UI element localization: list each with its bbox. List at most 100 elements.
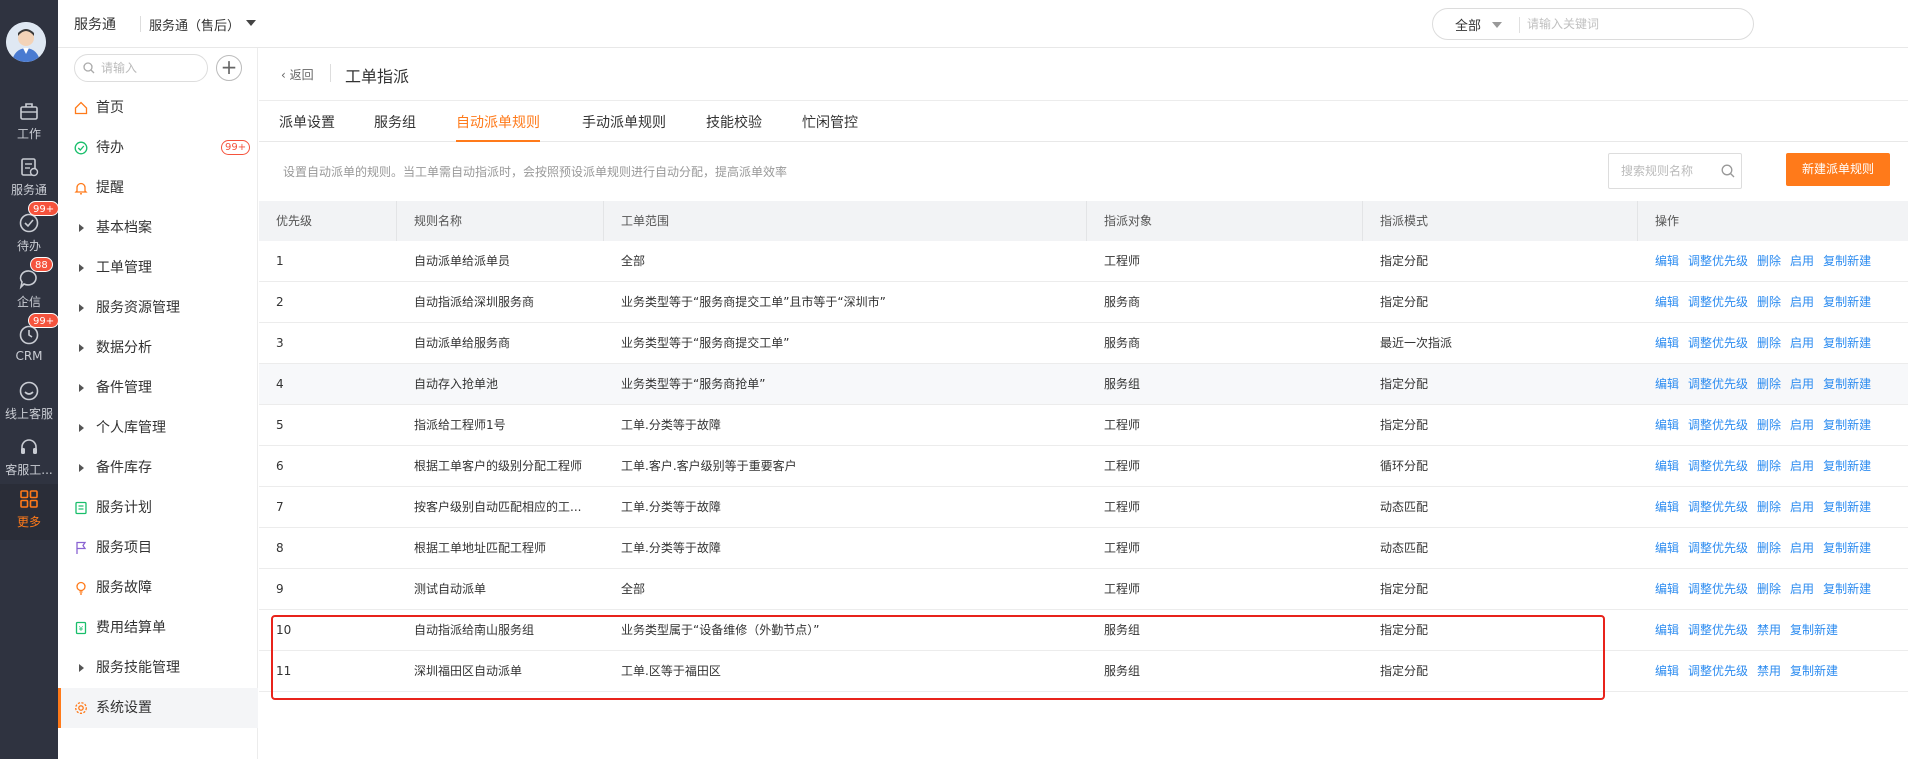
column-header: 指派模式 — [1380, 214, 1429, 228]
adjust-priority-link[interactable]: 调整优先级 — [1688, 623, 1748, 637]
nav-item-service-project[interactable]: 服务项目 — [58, 528, 258, 568]
tab-skill-check[interactable]: 技能校验 — [706, 112, 762, 142]
adjust-priority-link[interactable]: 调整优先级 — [1688, 418, 1748, 432]
adjust-priority-link[interactable]: 调整优先级 — [1688, 254, 1748, 268]
edit-link[interactable]: 编辑 — [1655, 336, 1679, 350]
search-scope-select[interactable]: 全部 — [1455, 15, 1481, 34]
row-actions: 编辑 调整优先级 禁用 复制新建 — [1655, 610, 1847, 651]
search-icon[interactable] — [1721, 164, 1735, 178]
adjust-priority-link[interactable]: 调整优先级 — [1688, 664, 1748, 678]
edit-link[interactable]: 编辑 — [1655, 377, 1679, 391]
delete-link[interactable]: 删除 — [1757, 541, 1781, 555]
enable-link[interactable]: 启用 — [1790, 295, 1814, 309]
rail-item-service[interactable]: 服务通 — [0, 152, 58, 204]
copy-new-link[interactable]: 复制新建 — [1823, 418, 1871, 432]
search-icon — [83, 62, 95, 74]
disable-link[interactable]: 禁用 — [1757, 623, 1781, 637]
user-avatar[interactable] — [6, 22, 46, 62]
delete-link[interactable]: 删除 — [1757, 500, 1781, 514]
adjust-priority-link[interactable]: 调整优先级 — [1688, 336, 1748, 350]
enable-link[interactable]: 启用 — [1790, 459, 1814, 473]
edit-link[interactable]: 编辑 — [1655, 500, 1679, 514]
tab-manual-dispatch-rules[interactable]: 手动派单规则 — [582, 112, 666, 142]
adjust-priority-link[interactable]: 调整优先级 — [1688, 295, 1748, 309]
edit-link[interactable]: 编辑 — [1655, 541, 1679, 555]
adjust-priority-link[interactable]: 调整优先级 — [1688, 541, 1748, 555]
rail-item-headset[interactable]: 客服工... — [0, 432, 58, 484]
enable-link[interactable]: 启用 — [1790, 541, 1814, 555]
adjust-priority-link[interactable]: 调整优先级 — [1688, 459, 1748, 473]
copy-new-link[interactable]: 复制新建 — [1790, 664, 1838, 678]
global-search-input[interactable] — [1527, 13, 1747, 35]
enable-link[interactable]: 启用 — [1790, 418, 1814, 432]
rail-item-online-service[interactable]: 线上客服 — [0, 376, 58, 428]
copy-new-link[interactable]: 复制新建 — [1823, 295, 1871, 309]
copy-new-link[interactable]: 复制新建 — [1823, 254, 1871, 268]
edit-link[interactable]: 编辑 — [1655, 459, 1679, 473]
new-rule-button[interactable]: 新建派单规则 — [1786, 153, 1890, 186]
copy-new-link[interactable]: 复制新建 — [1823, 541, 1871, 555]
rule-search-input[interactable] — [1621, 162, 1721, 180]
copy-new-link[interactable]: 复制新建 — [1823, 500, 1871, 514]
adjust-priority-link[interactable]: 调整优先级 — [1688, 377, 1748, 391]
nav-item-spare-parts[interactable]: 备件管理 — [58, 368, 258, 408]
adjust-priority-link[interactable]: 调整优先级 — [1688, 582, 1748, 596]
tab-busy-control[interactable]: 忙闲管控 — [802, 112, 858, 142]
chevron-down-icon[interactable] — [246, 20, 256, 26]
nav-item-parts-inventory[interactable]: 备件库存 — [58, 448, 258, 488]
delete-link[interactable]: 删除 — [1757, 254, 1781, 268]
delete-link[interactable]: 删除 — [1757, 418, 1781, 432]
priority-cell: 11 — [276, 664, 292, 678]
nav-item-skills[interactable]: 服务技能管理 — [58, 648, 258, 688]
delete-link[interactable]: 删除 — [1757, 377, 1781, 391]
edit-link[interactable]: 编辑 — [1655, 418, 1679, 432]
enable-link[interactable]: 启用 — [1790, 582, 1814, 596]
tab-dispatch-settings[interactable]: 派单设置 — [279, 112, 335, 142]
disable-link[interactable]: 禁用 — [1757, 664, 1781, 678]
rail-item-more[interactable]: 更多 — [0, 484, 58, 540]
delete-link[interactable]: 删除 — [1757, 295, 1781, 309]
enable-link[interactable]: 启用 — [1790, 377, 1814, 391]
edit-link[interactable]: 编辑 — [1655, 254, 1679, 268]
nav-item-work-order[interactable]: 工单管理 — [58, 248, 258, 288]
tab-service-group[interactable]: 服务组 — [374, 112, 416, 142]
nav-item-expense[interactable]: ¥ 费用结算单 — [58, 608, 258, 648]
nav-item-home[interactable]: 首页 — [58, 88, 258, 128]
rail-item-chat[interactable]: 企信 — [0, 264, 58, 316]
rail-item-work[interactable]: 工作 — [0, 96, 58, 148]
back-link[interactable]: ‹ 返回 — [281, 66, 314, 83]
copy-new-link[interactable]: 复制新建 — [1823, 459, 1871, 473]
copy-new-link[interactable]: 复制新建 — [1823, 582, 1871, 596]
nav-item-system-settings[interactable]: 系统设置 — [58, 688, 258, 728]
edit-link[interactable]: 编辑 — [1655, 295, 1679, 309]
nav-item-todo[interactable]: 待办 99+ — [58, 128, 258, 168]
nav-search-input[interactable] — [101, 59, 201, 77]
edit-link[interactable]: 编辑 — [1655, 664, 1679, 678]
edit-link[interactable]: 编辑 — [1655, 582, 1679, 596]
sub-app-selector[interactable]: 服务通（售后） — [149, 15, 240, 34]
copy-new-link[interactable]: 复制新建 — [1823, 377, 1871, 391]
copy-new-link[interactable]: 复制新建 — [1790, 623, 1838, 637]
nav-item-resource[interactable]: 服务资源管理 — [58, 288, 258, 328]
adjust-priority-link[interactable]: 调整优先级 — [1688, 500, 1748, 514]
nav-item-analytics[interactable]: 数据分析 — [58, 328, 258, 368]
enable-link[interactable]: 启用 — [1790, 336, 1814, 350]
delete-link[interactable]: 删除 — [1757, 459, 1781, 473]
tab-auto-dispatch-rules[interactable]: 自动派单规则 — [456, 112, 540, 142]
mode-cell: 指定分配 — [1380, 664, 1429, 678]
enable-link[interactable]: 启用 — [1790, 500, 1814, 514]
delete-link[interactable]: 删除 — [1757, 336, 1781, 350]
mode-cell: 循环分配 — [1380, 459, 1429, 473]
nav-item-service-fault[interactable]: 服务故障 — [58, 568, 258, 608]
chevron-down-icon[interactable] — [1492, 22, 1502, 28]
add-button[interactable]: + — [216, 55, 242, 81]
copy-new-link[interactable]: 复制新建 — [1823, 336, 1871, 350]
column-divider — [1362, 201, 1363, 241]
edit-link[interactable]: 编辑 — [1655, 623, 1679, 637]
nav-item-reminder[interactable]: 提醒 — [58, 168, 258, 208]
delete-link[interactable]: 删除 — [1757, 582, 1781, 596]
nav-item-service-plan[interactable]: 服务计划 — [58, 488, 258, 528]
nav-item-basic-archive[interactable]: 基本档案 — [58, 208, 258, 248]
nav-item-personal-store[interactable]: 个人库管理 — [58, 408, 258, 448]
enable-link[interactable]: 启用 — [1790, 254, 1814, 268]
